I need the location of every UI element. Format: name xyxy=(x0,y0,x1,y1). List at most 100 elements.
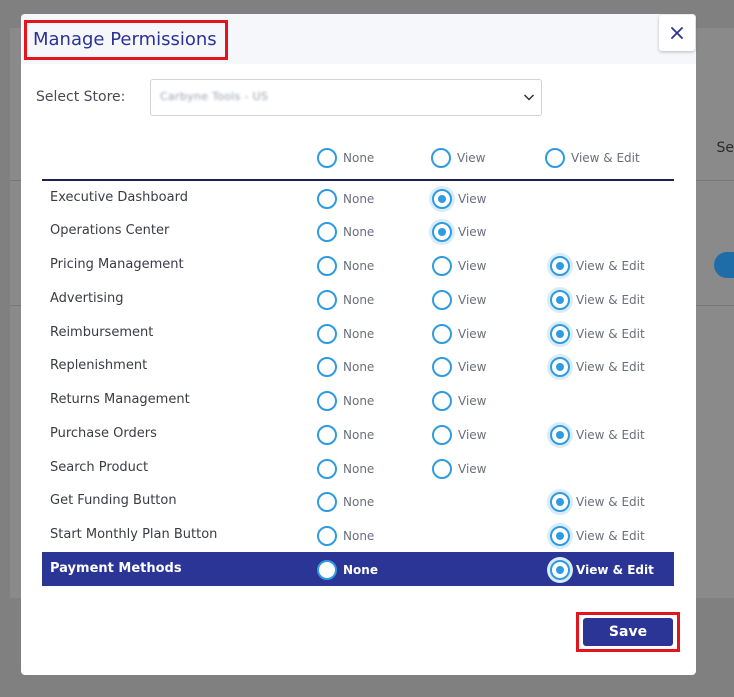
none-radio[interactable] xyxy=(317,459,337,479)
view-radio[interactable] xyxy=(432,222,452,242)
option-view-edit[interactable]: View & Edit xyxy=(550,560,654,580)
option-view[interactable]: View xyxy=(432,425,486,445)
manage-permissions-modal: Manage Permissions Select Store: Carbyne… xyxy=(21,14,696,675)
view-label: View xyxy=(458,360,487,374)
view-edit-radio[interactable] xyxy=(550,290,570,310)
close-icon xyxy=(671,27,683,39)
view-radio[interactable] xyxy=(432,357,452,377)
view-edit-radio[interactable] xyxy=(550,492,570,512)
save-button[interactable]: Save xyxy=(583,618,673,646)
store-select[interactable]: Carbyne Tools - US xyxy=(150,79,542,116)
option-none[interactable]: None xyxy=(317,526,374,546)
none-label: None xyxy=(343,529,375,543)
view-radio[interactable] xyxy=(432,256,452,276)
view-label: View xyxy=(458,293,487,307)
none-radio[interactable] xyxy=(317,526,337,546)
none-radio[interactable] xyxy=(317,256,337,276)
view-radio[interactable] xyxy=(432,425,452,445)
permission-name: Advertising xyxy=(50,291,124,306)
view-edit-radio[interactable] xyxy=(550,560,570,580)
none-radio[interactable] xyxy=(317,290,337,310)
permission-name: Purchase Orders xyxy=(50,426,157,441)
table-row: Executive Dashboard None View xyxy=(42,181,674,215)
option-view-edit[interactable]: View & Edit xyxy=(550,290,645,310)
view-radio[interactable] xyxy=(432,391,452,411)
none-radio[interactable] xyxy=(317,357,337,377)
option-view-edit[interactable]: View & Edit xyxy=(550,526,645,546)
option-view-edit[interactable]: View & Edit xyxy=(550,425,645,445)
none-label: None xyxy=(343,563,378,577)
view-edit-label: View & Edit xyxy=(576,563,654,577)
none-radio[interactable] xyxy=(317,560,337,580)
option-view[interactable]: View xyxy=(432,357,486,377)
option-view[interactable]: View xyxy=(432,459,486,479)
option-view[interactable]: View xyxy=(432,324,486,344)
view-edit-radio[interactable] xyxy=(550,357,570,377)
none-radio[interactable] xyxy=(317,222,337,242)
column-view-edit-header[interactable]: View & Edit xyxy=(545,148,640,168)
option-none[interactable]: None xyxy=(317,459,374,479)
view-radio[interactable] xyxy=(432,189,452,209)
option-none[interactable]: None xyxy=(317,324,374,344)
table-row: Reimbursement None View View & Edit xyxy=(42,316,674,350)
view-label: View xyxy=(458,327,487,341)
view-edit-radio[interactable] xyxy=(550,324,570,344)
permission-name: Payment Methods xyxy=(50,561,182,576)
option-none[interactable]: None xyxy=(317,492,374,512)
none-label: None xyxy=(343,360,375,374)
view-edit-label: View & Edit xyxy=(576,360,645,374)
none-label: None xyxy=(343,259,375,273)
none-radio[interactable] xyxy=(317,425,337,445)
option-none[interactable]: None xyxy=(317,391,374,411)
permission-name: Returns Management xyxy=(50,392,190,407)
view-radio[interactable] xyxy=(432,459,452,479)
permission-name: Executive Dashboard xyxy=(50,190,188,205)
view-edit-radio[interactable] xyxy=(550,526,570,546)
none-radio[interactable] xyxy=(317,189,337,209)
permission-name: Replenishment xyxy=(50,358,148,373)
option-none[interactable]: None xyxy=(317,189,374,209)
select-all-none-radio[interactable] xyxy=(317,148,337,168)
none-radio[interactable] xyxy=(317,492,337,512)
table-row: Payment Methods None View & Edit xyxy=(42,552,674,586)
none-label: None xyxy=(343,293,375,307)
view-edit-radio[interactable] xyxy=(550,256,570,276)
permission-name: Search Product xyxy=(50,460,149,475)
view-label: View xyxy=(458,192,487,206)
none-label: None xyxy=(343,428,375,442)
select-all-view-radio[interactable] xyxy=(431,148,451,168)
option-none[interactable]: None xyxy=(317,256,374,276)
none-radio[interactable] xyxy=(317,391,337,411)
option-none[interactable]: None xyxy=(317,425,374,445)
option-none[interactable]: None xyxy=(317,290,374,310)
table-row: Purchase Orders None View View & Edit xyxy=(42,417,674,451)
option-view-edit[interactable]: View & Edit xyxy=(550,357,645,377)
table-row: Search Product None View xyxy=(42,451,674,485)
option-none[interactable]: None xyxy=(317,222,374,242)
view-edit-radio[interactable] xyxy=(550,425,570,445)
view-edit-label: View & Edit xyxy=(576,259,645,273)
option-view[interactable]: View xyxy=(432,222,486,242)
view-radio[interactable] xyxy=(432,324,452,344)
view-edit-label: View & Edit xyxy=(576,495,645,509)
option-view-edit[interactable]: View & Edit xyxy=(550,492,645,512)
option-view[interactable]: View xyxy=(432,391,486,411)
chevron-down-icon xyxy=(523,94,535,101)
option-view-edit[interactable]: View & Edit xyxy=(550,256,645,276)
option-none[interactable]: None xyxy=(317,560,378,580)
view-radio[interactable] xyxy=(432,290,452,310)
column-none-header[interactable]: None xyxy=(317,148,374,168)
option-none[interactable]: None xyxy=(317,357,374,377)
option-view-edit[interactable]: View & Edit xyxy=(550,324,645,344)
select-all-view-edit-radio[interactable] xyxy=(545,148,565,168)
option-view[interactable]: View xyxy=(432,189,486,209)
column-view-header[interactable]: View xyxy=(431,148,485,168)
option-view[interactable]: View xyxy=(432,256,486,276)
store-label: Select Store: xyxy=(36,89,126,105)
option-view[interactable]: View xyxy=(432,290,486,310)
view-label: View xyxy=(458,394,487,408)
permission-name: Start Monthly Plan Button xyxy=(50,527,218,542)
none-radio[interactable] xyxy=(317,324,337,344)
store-selector-row: Select Store: Carbyne Tools - US xyxy=(36,79,556,119)
close-button[interactable] xyxy=(659,15,695,51)
